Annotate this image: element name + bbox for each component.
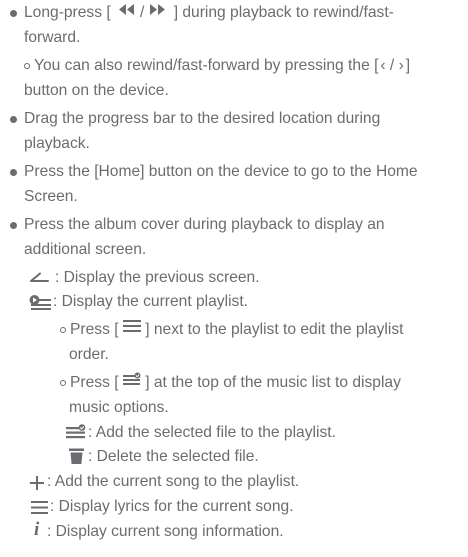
album-text-line1: Press the album cover during playback to…	[24, 216, 385, 233]
bullet-marker	[10, 116, 17, 123]
music-options-text-a: Press [	[70, 374, 123, 392]
device-seek-text-b: ]	[405, 57, 411, 74]
add-selected-description: : Add the selected file to the playlist.	[88, 424, 336, 441]
music-options-text-b: ] at the top of the music list to displa…	[140, 374, 401, 392]
device-seek-line2: button on the device.	[24, 82, 169, 99]
device-seek-symbol: ‹ / ›	[380, 57, 404, 74]
playlist-description: : Display the current playlist.	[53, 293, 248, 310]
home-text-line2: Screen.	[24, 188, 78, 205]
lyrics-description: : Display lyrics for the current song.	[50, 498, 294, 515]
bullet-marker	[10, 10, 17, 17]
delete-selected-description: : Delete the selected file.	[88, 448, 259, 465]
playlist-icon	[29, 294, 52, 310]
add-to-playlist-icon	[66, 424, 86, 439]
lyrics-icon	[31, 501, 48, 514]
device-seek-note: You can also rewind/fast-forward by pres…	[34, 54, 410, 78]
info-icon: i	[34, 519, 40, 540]
device-seek-text-a: You can also rewind/fast-forward by pres…	[34, 57, 379, 74]
rewind-text-a: Long-press [	[24, 4, 116, 22]
back-icon	[30, 272, 49, 282]
album-text-line2: additional screen.	[24, 241, 147, 258]
reorder-text-a: Press [	[70, 321, 123, 339]
seek-separator: /	[140, 4, 145, 22]
sub-bullet-marker	[60, 327, 66, 333]
music-options-text-line2: music options.	[69, 399, 169, 416]
rewind-instruction: Long-press [ / ] during playback to rewi…	[24, 1, 394, 25]
sub-bullet-marker	[60, 380, 66, 386]
playlist-edit-icon	[122, 370, 141, 394]
rewind-icon	[115, 0, 137, 24]
rewind-text-b: ] during playback to rewind/fast-	[169, 4, 394, 22]
progress-text-line1: Drag the progress bar to the desired loc…	[24, 110, 381, 127]
trash-icon	[69, 448, 84, 464]
reorder-handle-icon	[122, 317, 141, 341]
reorder-text-b: ] next to the playlist to edit the playl…	[140, 321, 404, 339]
progress-text-line2: playback.	[24, 135, 90, 152]
info-description: : Display current song information.	[47, 523, 284, 540]
back-description: : Display the previous screen.	[55, 269, 260, 286]
plus-icon	[30, 476, 44, 490]
sub-bullet-marker	[24, 63, 30, 69]
reorder-text-line2: order.	[69, 346, 109, 363]
music-options-instruction: Press [ ] at the top of the music list t…	[70, 371, 401, 395]
bullet-marker	[10, 222, 17, 229]
fast-forward-icon	[147, 0, 169, 24]
add-current-description: : Add the current song to the playlist.	[47, 473, 300, 490]
bullet-marker	[10, 169, 17, 176]
reorder-instruction: Press [ ] next to the playlist to edit t…	[70, 318, 404, 342]
home-text-line1: Press the [Home] button on the device to…	[24, 163, 418, 180]
rewind-text-line2: forward.	[24, 29, 81, 46]
